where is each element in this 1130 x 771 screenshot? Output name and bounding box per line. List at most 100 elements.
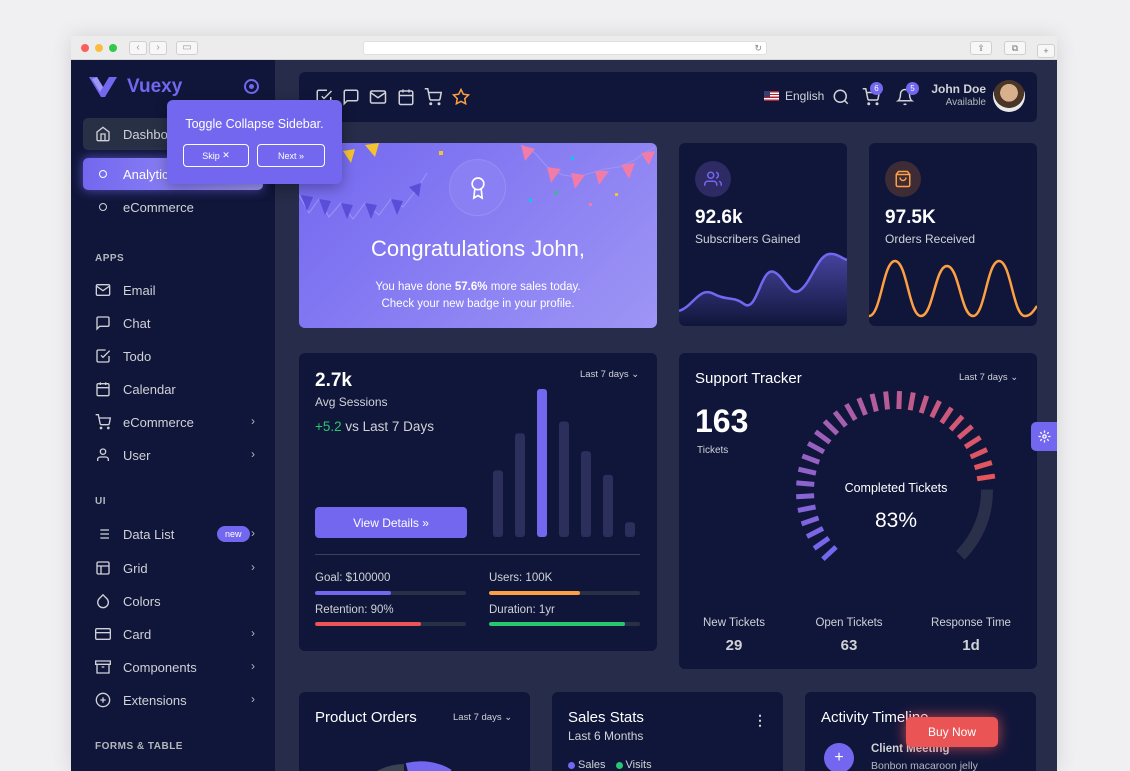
- address-bar[interactable]: ↻: [363, 41, 767, 55]
- list-icon: [95, 526, 111, 542]
- tour-next-button[interactable]: Next »: [257, 144, 325, 167]
- subscribers-card: 92.6k Subscribers Gained: [679, 143, 847, 326]
- tabs-icon[interactable]: ⧉: [1004, 41, 1026, 55]
- product-orders-range-label: Last 7 days: [453, 712, 502, 723]
- product-orders-chart: [377, 761, 452, 771]
- sidebar-item-label: Components: [123, 659, 197, 675]
- legend-sales: Sales: [578, 759, 606, 771]
- search-icon[interactable]: [832, 88, 850, 106]
- congratulations-card: Congratulations John, You have done 57.6…: [299, 143, 657, 328]
- maximize-window-icon[interactable]: [109, 44, 117, 52]
- sidebar-item-label: Card: [123, 626, 152, 642]
- sidebar-item-label: Calendar: [123, 381, 176, 397]
- sidebar-item-data-list[interactable]: Data List new ›: [83, 518, 263, 550]
- sidebar-item-calendar[interactable]: Calendar: [83, 373, 263, 405]
- cart-count-badge: 6: [870, 82, 883, 95]
- view-details-button[interactable]: View Details »: [315, 507, 467, 538]
- forward-icon[interactable]: ›: [149, 41, 167, 55]
- sessions-range-dropdown[interactable]: Last 7 days ⌄: [580, 369, 639, 380]
- sidebar-item-grid[interactable]: Grid ›: [83, 552, 263, 584]
- tour-tooltip: Toggle Collapse Sidebar. Skip ✕ Next »: [167, 100, 342, 184]
- sidebar-item-chat[interactable]: Chat: [83, 307, 263, 339]
- sidebar-item-label: Data List: [123, 526, 175, 542]
- progress-fill: [489, 591, 580, 595]
- sales-stats-title: Sales Stats: [568, 709, 644, 726]
- back-icon[interactable]: ‹: [129, 41, 147, 55]
- new-tickets-value: 29: [725, 637, 743, 654]
- gauge-segment: [973, 460, 993, 471]
- sessions-bar: [537, 389, 547, 537]
- layout-icon: [95, 560, 111, 576]
- sidebar-item-components[interactable]: Components ›: [83, 651, 263, 683]
- browser-toolbar: ‹ › ▭ ↻ ⇪ ⧉ +: [71, 36, 1057, 60]
- close-window-icon[interactable]: [81, 44, 89, 52]
- sidebar-item-colors[interactable]: Colors: [83, 585, 263, 617]
- sales-stats-card: Sales Stats Last 6 Months ⋮ Sales Visits: [552, 692, 783, 771]
- chevron-down-icon: ⌄: [1010, 372, 1019, 383]
- gauge-segment: [821, 545, 838, 562]
- sidebar-item-ecommerce-dashboard[interactable]: eCommerce: [83, 191, 263, 223]
- customizer-button[interactable]: [1031, 422, 1057, 451]
- product-orders-title: Product Orders: [315, 709, 417, 726]
- gauge-segment: [797, 466, 817, 476]
- tour-skip-button[interactable]: Skip ✕: [183, 144, 249, 167]
- users-progress: [489, 591, 640, 595]
- users-icon: [695, 161, 731, 197]
- avg-sessions-card: 2.7k Avg Sessions +5.2 vs Last 7 Days La…: [299, 353, 657, 651]
- sidebar-item-user[interactable]: User ›: [83, 439, 263, 471]
- chevron-down-icon: ⌄: [504, 712, 513, 723]
- sidebar-item-label: Extensions: [123, 692, 187, 708]
- reload-icon[interactable]: ↻: [754, 42, 762, 55]
- congratulations-line1-prefix: You have done: [375, 281, 455, 293]
- message-square-icon[interactable]: [342, 88, 360, 106]
- view-details-label: View Details: [353, 515, 419, 530]
- brand[interactable]: Vuexy: [89, 76, 182, 98]
- notification-count-badge: 5: [906, 82, 919, 95]
- archive-icon: [95, 659, 111, 675]
- buy-now-button[interactable]: Buy Now: [906, 717, 998, 747]
- gauge-segment: [976, 473, 996, 482]
- sidebar-item-todo[interactable]: Todo: [83, 340, 263, 372]
- shopping-cart-icon[interactable]: [424, 88, 442, 106]
- sidebar-item-label: eCommerce: [123, 199, 194, 215]
- section-header-apps: APPS: [95, 253, 125, 264]
- sidebar-item-extensions[interactable]: Extensions ›: [83, 684, 263, 716]
- share-icon[interactable]: ⇪: [970, 41, 992, 55]
- sidebar-item-email[interactable]: Email: [83, 274, 263, 306]
- divider: [315, 554, 640, 555]
- progress-fill: [489, 622, 625, 626]
- sessions-bar: [493, 470, 503, 537]
- vuexy-logo-icon: [89, 77, 117, 97]
- collapse-sidebar-icon[interactable]: [244, 79, 259, 94]
- more-vertical-icon[interactable]: ⋮: [753, 712, 767, 729]
- orders-card: 97.5K Orders Received: [869, 143, 1037, 326]
- plus-icon: +: [824, 743, 854, 771]
- sessions-bar-chart: [493, 389, 635, 537]
- home-icon: [95, 126, 111, 142]
- progress-fill: [315, 622, 421, 626]
- user-name[interactable]: John Doe: [930, 82, 986, 96]
- product-orders-range-dropdown[interactable]: Last 7 days ⌄: [453, 712, 512, 723]
- plus-circle-icon: [95, 692, 111, 708]
- minimize-window-icon[interactable]: [95, 44, 103, 52]
- avatar[interactable]: [993, 80, 1025, 112]
- calendar-icon[interactable]: [397, 88, 415, 106]
- check-square-icon: [95, 348, 111, 364]
- tickets-count: 163: [695, 403, 749, 439]
- gauge-value: 83%: [874, 509, 918, 532]
- sidebar-item-label: User: [123, 447, 151, 463]
- sidebar-toggle-icon[interactable]: ▭: [176, 41, 198, 55]
- congratulations-line1-suffix: more sales today.: [487, 281, 581, 293]
- gauge-segment: [832, 410, 848, 428]
- mail-icon[interactable]: [369, 88, 387, 106]
- language-selector[interactable]: English: [764, 89, 824, 103]
- star-icon[interactable]: [452, 88, 470, 106]
- sidebar-item-card[interactable]: Card ›: [83, 618, 263, 650]
- orders-value: 97.5K: [885, 207, 936, 228]
- sidebar-item-ecommerce[interactable]: eCommerce ›: [83, 406, 263, 438]
- gauge-segment: [801, 453, 821, 465]
- product-orders-card: Product Orders Last 7 days ⌄: [299, 692, 530, 771]
- buy-now-label: Buy Now: [927, 725, 977, 739]
- gauge-segment: [969, 447, 989, 460]
- new-tab-icon[interactable]: +: [1037, 44, 1055, 58]
